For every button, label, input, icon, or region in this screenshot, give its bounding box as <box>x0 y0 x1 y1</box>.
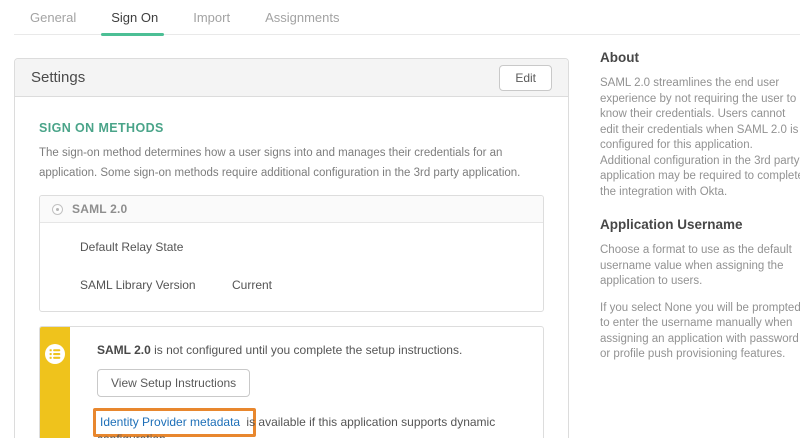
active-tab-indicator <box>101 33 164 36</box>
tab-assignments-label: Assignments <box>265 10 339 25</box>
application-username-section: Application Username Choose a format to … <box>600 217 800 363</box>
saml-library-version-value: Current <box>232 278 272 292</box>
notice-content: SAML 2.0 is not configured until you com… <box>70 327 543 438</box>
tab-general[interactable]: General <box>28 1 78 34</box>
page: General Sign On Import Assignments Setti… <box>0 0 800 438</box>
tab-import[interactable]: Import <box>191 1 232 34</box>
notice-message-rest: is not configured until you complete the… <box>151 343 463 357</box>
metadata-sentence: Identity Provider metadata is available … <box>97 412 527 438</box>
saml-accordion-body: Default Relay State SAML Library Version… <box>40 223 543 311</box>
saml-accordion-title: SAML 2.0 <box>72 202 127 216</box>
table-row: SAML Library Version Current <box>40 273 543 297</box>
sign-on-methods-description: The sign-on method determines how a user… <box>39 143 544 183</box>
tab-sign-on-label: Sign On <box>111 10 158 25</box>
application-username-paragraph-1: Choose a format to use as the default us… <box>600 243 800 290</box>
panel-title: Settings <box>31 69 85 86</box>
view-setup-instructions-button[interactable]: View Setup Instructions <box>97 369 250 397</box>
notice-accent-stripe <box>40 327 70 438</box>
application-username-paragraph-2: If you select None you will be prompted … <box>600 301 800 363</box>
edit-button[interactable]: Edit <box>499 65 552 91</box>
about-section: About SAML 2.0 streamlines the end user … <box>600 50 800 200</box>
help-sidebar: About SAML 2.0 streamlines the end user … <box>600 50 800 363</box>
tab-assignments[interactable]: Assignments <box>263 1 341 34</box>
about-heading: About <box>600 50 800 65</box>
notice-message: SAML 2.0 is not configured until you com… <box>97 343 527 357</box>
tab-import-label: Import <box>193 10 230 25</box>
saml-accordion-header[interactable]: SAML 2.0 <box>40 196 543 223</box>
sign-on-methods-heading: SIGN ON METHODS <box>39 121 544 135</box>
tab-sign-on[interactable]: Sign On <box>109 1 160 34</box>
setup-notice: SAML 2.0 is not configured until you com… <box>39 326 544 438</box>
identity-provider-metadata-link[interactable]: Identity Provider metadata <box>100 415 240 429</box>
about-body: SAML 2.0 streamlines the end user experi… <box>600 76 800 200</box>
settings-panel: Settings Edit SIGN ON METHODS The sign-o… <box>14 58 569 438</box>
table-row: Default Relay State <box>40 235 543 259</box>
radio-dot-icon <box>52 204 63 215</box>
list-icon <box>45 344 65 364</box>
saml-accordion: SAML 2.0 Default Relay State SAML Librar… <box>39 195 544 312</box>
application-username-heading: Application Username <box>600 217 800 232</box>
tab-bar: General Sign On Import Assignments <box>14 0 800 35</box>
settings-panel-header: Settings Edit <box>15 59 568 97</box>
default-relay-state-label: Default Relay State <box>80 240 232 254</box>
settings-panel-body: SIGN ON METHODS The sign-on method deter… <box>15 97 568 438</box>
saml-library-version-label: SAML Library Version <box>80 278 232 292</box>
tab-general-label: General <box>30 10 76 25</box>
notice-message-bold: SAML 2.0 <box>97 343 151 357</box>
